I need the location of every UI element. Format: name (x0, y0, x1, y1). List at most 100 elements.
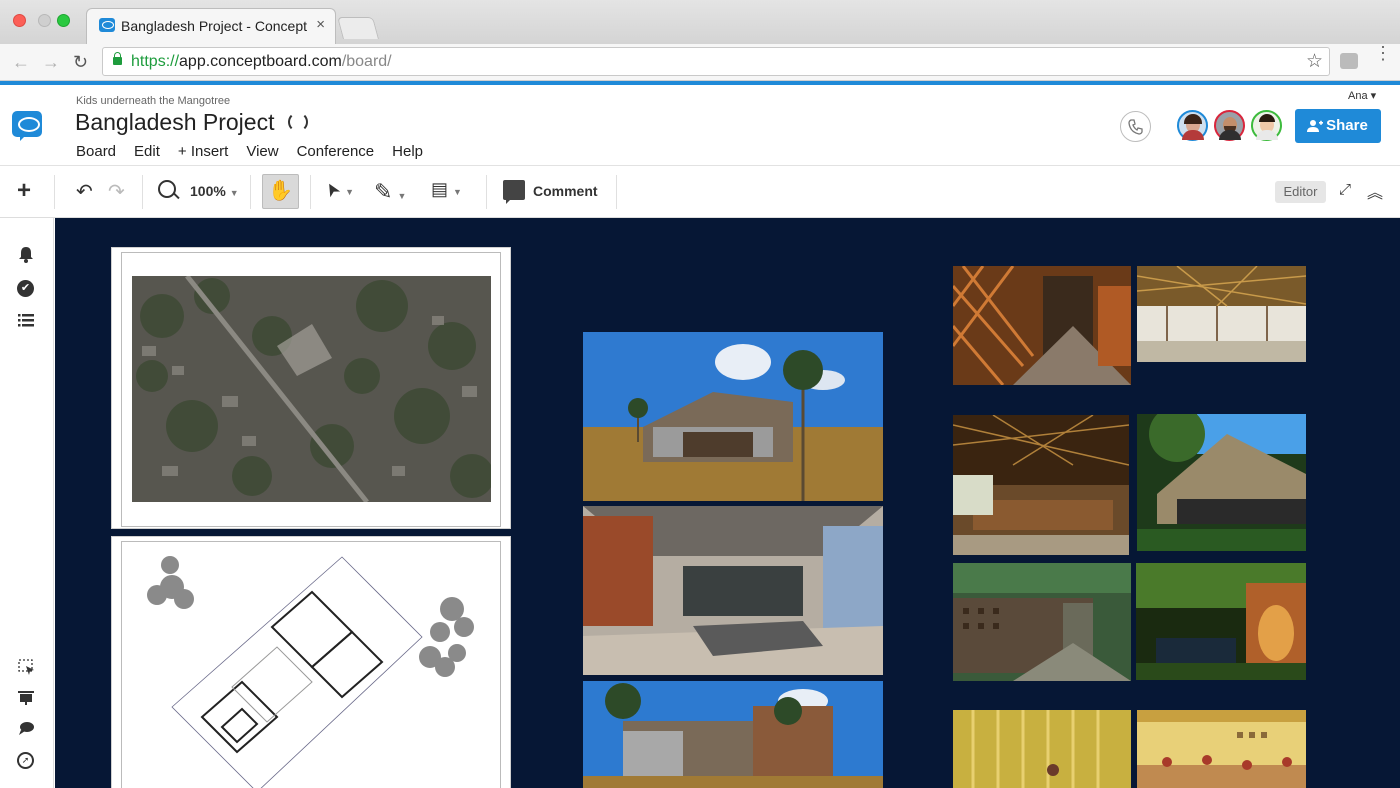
comment-button[interactable]: Comment (533, 183, 598, 199)
menu-view[interactable]: View (246, 143, 278, 160)
aerial-photo[interactable] (132, 276, 491, 502)
photo-image (953, 415, 1129, 555)
rendering-image (583, 506, 883, 675)
reference-photo-1[interactable] (953, 266, 1131, 385)
chat-shape (18, 722, 34, 735)
reference-photo-4[interactable] (1137, 414, 1306, 551)
zoom-level-select[interactable]: 100% ▼ (190, 183, 239, 199)
browser-menu-icon[interactable]: ⋮ (1374, 44, 1392, 62)
presentation-icon[interactable] (17, 690, 35, 708)
forward-arrow-icon[interactable]: → (42, 52, 60, 72)
menu-board[interactable]: Board (76, 143, 116, 160)
chat-icon[interactable] (17, 721, 35, 739)
phone-call-button[interactable] (1120, 111, 1151, 142)
select-tool-button[interactable]: ➤ ▼ (320, 178, 355, 201)
avatar[interactable] (1177, 110, 1208, 141)
share-button[interactable]: Share (1295, 109, 1381, 143)
lock-icon (113, 52, 122, 65)
url-scheme: https:// (131, 53, 180, 70)
browser-toolbar: ← → ↻ https://app.conceptboard.com/board… (0, 44, 1400, 81)
pointer-icon: ➤ (319, 178, 345, 202)
main-menu: Board Edit + Insert View Conference Help (76, 143, 441, 160)
reference-photo-2[interactable] (1137, 266, 1306, 362)
reference-photo-7[interactable] (953, 710, 1131, 788)
pen-tool-button[interactable]: ✎ ▼ (374, 179, 406, 205)
window-close-button[interactable] (13, 14, 26, 27)
add-people-icon (1307, 120, 1323, 132)
board-parent-title[interactable]: Kids underneath the Mangotree (76, 95, 230, 107)
toolbar-divider (310, 175, 311, 209)
presentation-shape (18, 691, 34, 705)
browser-tab-strip: Bangladesh Project - Concept × (0, 0, 1400, 44)
rendering-exterior-2[interactable] (583, 681, 883, 788)
rendering-exterior-1[interactable] (583, 332, 883, 501)
toolbar-divider (250, 175, 251, 209)
avatar[interactable] (1214, 110, 1245, 141)
user-menu[interactable]: Ana ▾ (1348, 89, 1376, 102)
floor-plan-sheet[interactable] (111, 536, 511, 788)
area-select-shape (17, 659, 34, 675)
photo-image (953, 710, 1131, 788)
menu-help[interactable]: Help (392, 143, 423, 160)
zoom-level-value: 100% (190, 183, 226, 199)
reference-photo-5[interactable] (953, 563, 1131, 681)
browser-tab-active[interactable]: Bangladesh Project - Concept × (86, 8, 336, 44)
hand-tool-button[interactable]: ✋ (262, 174, 299, 209)
menu-conference[interactable]: Conference (297, 143, 375, 160)
window-maximize-button[interactable] (57, 14, 70, 27)
new-tab-button[interactable] (337, 17, 379, 39)
menu-edit[interactable]: Edit (134, 143, 160, 160)
add-icon[interactable]: + (17, 178, 31, 204)
board-canvas[interactable] (55, 218, 1400, 788)
chevron-down-icon: ▼ (453, 187, 462, 197)
avatar-body (1182, 130, 1204, 140)
editor-badge[interactable]: Editor (1275, 181, 1326, 203)
site-aerial-sheet[interactable] (111, 247, 511, 529)
collapse-icon[interactable]: ︽ (1367, 179, 1383, 203)
photo-image (953, 563, 1131, 681)
reference-photo-6[interactable] (1136, 563, 1306, 680)
avatar[interactable] (1251, 110, 1282, 141)
menu-insert[interactable]: + Insert (178, 143, 228, 160)
tab-close-icon[interactable]: × (316, 16, 325, 33)
compass-icon[interactable]: ➚ (17, 752, 34, 769)
url-text[interactable]: https://app.conceptboard.com/board/ (131, 53, 392, 71)
chevron-down-icon: ▼ (397, 191, 407, 201)
left-sidebar: ✔ ➚ (0, 218, 54, 788)
extension-icon[interactable] (1340, 53, 1358, 69)
undo-icon[interactable]: ↶ (76, 179, 93, 204)
photo-image (1137, 414, 1306, 551)
app-header: Kids underneath the Mangotree Bangladesh… (0, 85, 1400, 166)
rendering-interior[interactable] (583, 506, 883, 675)
fullscreen-icon[interactable]: ⤢ (1339, 181, 1351, 198)
list-icon[interactable] (17, 313, 35, 331)
photo-image (1137, 710, 1306, 788)
bookmark-star-icon[interactable]: ☆ (1306, 50, 1323, 73)
reference-photo-8[interactable] (1137, 710, 1306, 788)
note-tool-button[interactable]: ▤ ▼ (431, 179, 462, 200)
chevron-down-icon: ▼ (345, 187, 355, 197)
redo-icon[interactable]: ↷ (108, 179, 125, 204)
tab-title: Bangladesh Project - Concept (121, 18, 307, 34)
reference-photo-3[interactable] (953, 415, 1129, 555)
bell-shape (19, 247, 33, 263)
sticky-note-icon: ▤ (431, 179, 449, 199)
board-title[interactable]: Bangladesh Project (75, 109, 274, 136)
comment-icon[interactable] (503, 180, 525, 204)
tasks-check-icon[interactable]: ✔ (17, 280, 34, 297)
rendering-image (583, 681, 883, 788)
hand-icon: ✋ (268, 180, 293, 202)
reload-icon[interactable]: ↻ (73, 52, 88, 72)
list-shape (18, 314, 34, 327)
notifications-bell-icon[interactable] (17, 246, 35, 264)
back-arrow-icon[interactable]: ← (12, 52, 30, 72)
avatar-body (1219, 130, 1241, 140)
sync-icon[interactable] (288, 112, 308, 132)
rendering-image (583, 332, 883, 501)
floor-plan-drawing (147, 556, 474, 788)
conceptboard-logo-icon[interactable] (12, 111, 42, 141)
window-minimize-button[interactable] (38, 14, 51, 27)
zoom-icon[interactable] (158, 180, 176, 198)
area-select-icon[interactable] (17, 659, 35, 677)
address-bar[interactable]: https://app.conceptboard.com/board/ ☆ (102, 47, 1330, 76)
